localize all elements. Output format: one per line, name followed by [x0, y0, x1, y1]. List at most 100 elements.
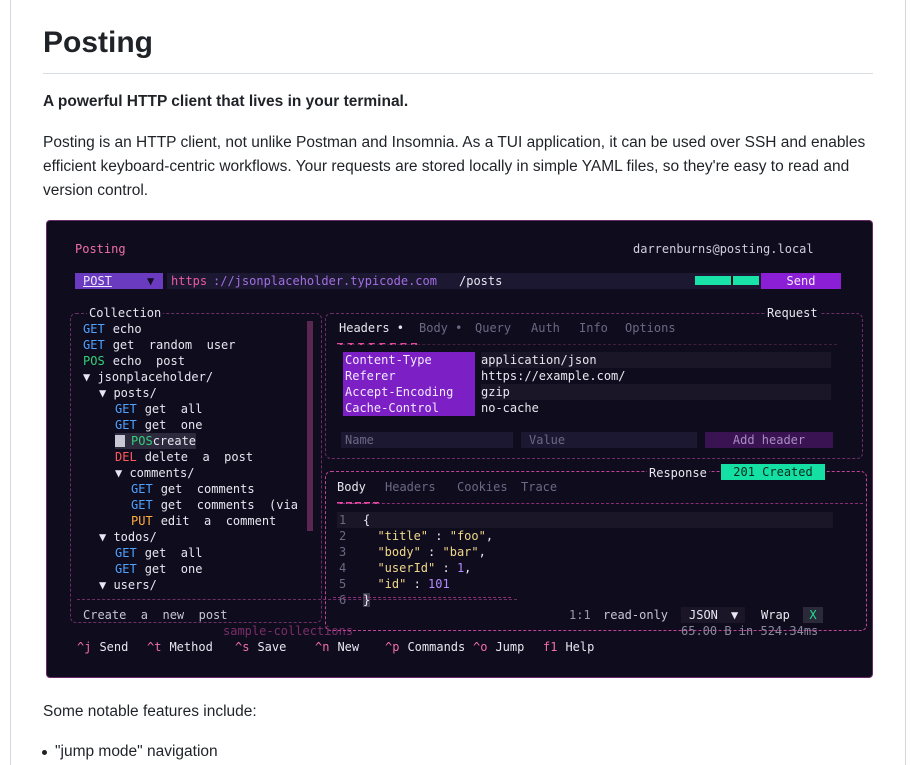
header-value[interactable]: application/json [481, 352, 831, 368]
header-value[interactable]: no-cache [481, 400, 539, 416]
response-title: Response [647, 465, 709, 481]
tab-6[interactable]: Options [625, 320, 676, 336]
line-number: 3 [339, 545, 347, 559]
send-button[interactable]: Send [761, 273, 841, 289]
format-value: JSON [689, 608, 718, 622]
json-key: "body" [377, 545, 421, 559]
collection-folder[interactable]: ▼ comments/ [115, 465, 194, 481]
collection-folder[interactable]: ▼ jsonplaceholder/ [83, 369, 213, 385]
url-host: ://jsonplaceholder.typicode.com [213, 274, 437, 288]
loading-bar [695, 276, 759, 285]
keybinding[interactable]: ^n New [315, 639, 359, 655]
collection-item[interactable]: GET get one [115, 417, 202, 433]
cursor-position: 1:1 [569, 608, 591, 622]
json-colon: : [435, 561, 457, 575]
collection-item[interactable]: GET get comments [131, 481, 255, 497]
keybinding[interactable]: ^t Method [147, 639, 213, 655]
collection-item-label: get all [144, 402, 203, 416]
collection-item[interactable]: DEL delete a post [115, 449, 253, 465]
editor-mode: read-only [603, 608, 669, 622]
collection-item[interactable]: GET echo [83, 321, 142, 337]
format-select[interactable]: JSON ▼ [681, 607, 745, 623]
header-value[interactable]: https://example.com/ [481, 368, 626, 384]
header-name[interactable]: Accept-Encoding [343, 384, 475, 400]
header-name[interactable]: Content-Type [343, 352, 475, 368]
value-placeholder: Value [529, 433, 566, 447]
collection-folder[interactable]: ▼ todos/ [99, 529, 157, 545]
collection-item[interactable]: GET get random user [83, 337, 236, 353]
json-comma: , [464, 561, 472, 575]
method-select[interactable]: POST ▼ [75, 273, 163, 289]
tab-2[interactable]: Body • [419, 320, 462, 336]
header-value-input[interactable]: Value [521, 432, 697, 448]
keybinding-label: Help [565, 640, 595, 654]
tab-1[interactable]: Headers • [339, 320, 404, 336]
collection-item[interactable]: GET get comments (via [131, 497, 298, 513]
tab-5[interactable]: Info [579, 320, 608, 336]
account-label: darrenburns@posting.local [633, 242, 814, 256]
collection-item-label: delete a post [144, 450, 254, 464]
wrap-toggle[interactable]: X [803, 607, 823, 623]
title-divider [43, 73, 873, 74]
header-name[interactable]: Referer [343, 368, 475, 384]
keybinding-key: ^s [235, 640, 250, 654]
response-tab-1[interactable]: Body [337, 479, 366, 495]
json-key: "id" [377, 577, 407, 591]
collection-scrollbar[interactable] [307, 321, 313, 531]
response-tab-3[interactable]: Cookies [457, 479, 508, 495]
json-value: "foo" [449, 529, 486, 543]
keybinding-label: Save [257, 640, 287, 654]
json-colon: : [428, 529, 450, 543]
wrap-label: Wrap [761, 608, 790, 622]
collection-title: Collection [87, 305, 164, 321]
keybinding[interactable]: ^s Save [235, 639, 286, 655]
response-tab-2[interactable]: Headers [385, 479, 436, 495]
method-badge: GET [115, 402, 137, 416]
keybinding-key: f1 [543, 640, 558, 654]
json-key: "userId" [377, 561, 436, 575]
collection-item[interactable]: POS echo post [83, 353, 185, 369]
collection-item[interactable]: GET get all [115, 545, 202, 561]
url-path: /posts [459, 274, 503, 288]
tab-3[interactable]: Query [475, 320, 511, 336]
code-line: } [363, 592, 371, 608]
json-value: 101 [428, 577, 450, 591]
feature-text: "jump mode" navigation [55, 743, 218, 760]
keybinding[interactable]: ^o Jump [473, 639, 524, 655]
app-title: Posting [75, 242, 126, 256]
keybinding-key: ^o [473, 640, 488, 654]
code-line: "body" : "bar", [363, 544, 485, 560]
method-badge: POS [83, 354, 105, 368]
line-number: 1 [339, 513, 347, 527]
collection-item[interactable]: POScreate [115, 433, 197, 449]
url-input[interactable]: https ://jsonplaceholder.typicode.com /p… [167, 273, 761, 289]
collection-folder[interactable]: ▼ posts/ [99, 385, 157, 401]
collection-folder[interactable]: ▼ users/ [99, 577, 157, 593]
collection-item-label: get comments (via [160, 498, 298, 512]
collection-item[interactable]: GET get all [115, 401, 202, 417]
json-brace: { [363, 513, 371, 527]
collection-item[interactable]: PUT edit a comment [131, 513, 276, 529]
feature-list-item: "jump mode" navigation [42, 743, 218, 761]
page-title: Posting [43, 26, 153, 59]
keybinding[interactable]: ^p Commands [385, 639, 465, 655]
keybinding-label: Commands [407, 640, 466, 654]
header-name-input[interactable]: Name [341, 432, 513, 448]
collection-item-label: get random user [112, 338, 236, 352]
method-badge: GET [115, 562, 137, 576]
keybinding[interactable]: ^j Send [77, 639, 128, 655]
url-scheme: https [171, 274, 208, 288]
collection-item-label: create [152, 434, 197, 448]
collection-item-label: get one [144, 562, 203, 576]
keybinding[interactable]: f1 Help [543, 639, 594, 655]
wrap-value: X [809, 608, 817, 622]
tab-4[interactable]: Auth [531, 320, 560, 336]
add-header-button[interactable]: Add header [705, 432, 833, 448]
response-tab-4[interactable]: Trace [521, 479, 557, 495]
header-name[interactable]: Cache-Control [343, 400, 475, 416]
method-badge: GET [83, 338, 105, 352]
chevron-down-icon: ▼ [731, 608, 739, 622]
collection-item[interactable]: GET get one [115, 561, 202, 577]
header-value[interactable]: gzip [481, 384, 831, 400]
intro-paragraph: Posting is an HTTP client, not unlike Po… [43, 134, 866, 199]
